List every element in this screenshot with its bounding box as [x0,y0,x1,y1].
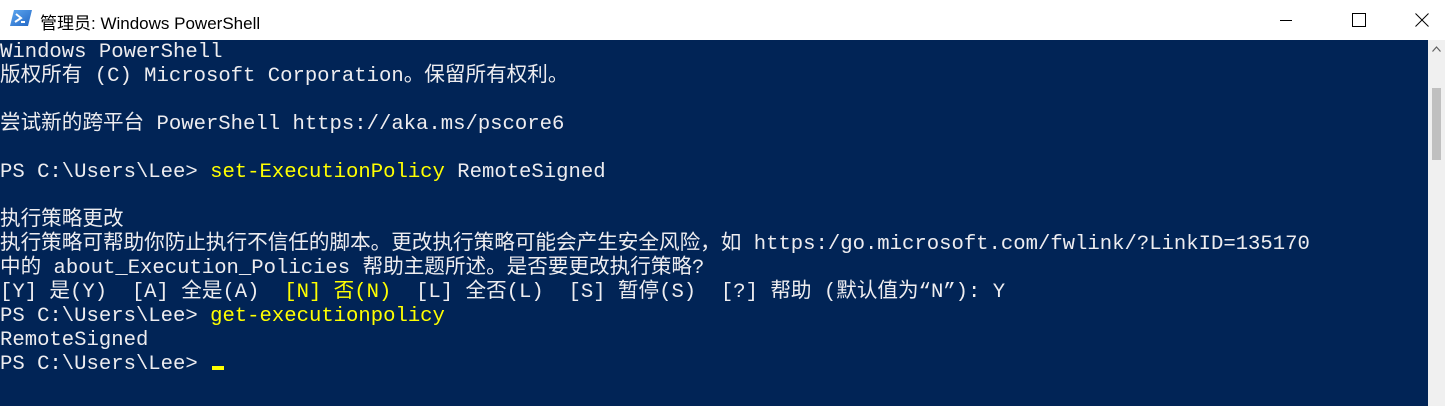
console-lines: Windows PowerShell 版权所有 (C) Microsoft Cor… [0,41,1310,377]
console-line: 执行策略可帮助你防止执行不信任的脚本。更改执行策略可能会产生安全风险，如 htt… [0,233,1310,257]
vertical-scrollbar[interactable] [1428,40,1445,406]
output-text: 中的 about_Execution_Policies 帮助主题所述。是否要更改… [0,257,705,280]
prompt-text: PS C:\Users\Lee> [0,353,211,376]
maximize-button[interactable] [1336,0,1382,40]
console-line: RemoteSigned [0,329,1310,353]
scroll-up-arrow-icon [1432,45,1441,52]
default-option: [N] 否(N) [284,281,392,304]
console-line: 中的 about_Execution_Policies 帮助主题所述。是否要更改… [0,257,1310,281]
console-line: 执行策略更改 [0,209,1310,233]
output-text: 版权所有 (C) Microsoft Corporation。保留所有权利。 [0,65,569,88]
prompt-options: [Y] 是(Y) [A] 全是(A) [0,281,285,304]
console-line: [Y] 是(Y) [A] 全是(A) [N] 否(N) [L] 全否(L) [S… [0,281,1310,305]
console-line: PS C:\Users\Lee> [0,353,1310,377]
powershell-icon [10,9,32,27]
prompt-options-rest: [L] 全否(L) [S] 暂停(S) [?] 帮助 (默认值为“N”): Y [391,281,1006,304]
close-icon [1415,13,1429,27]
prompt-text: PS C:\Users\Lee> [0,161,211,184]
title-bar[interactable]: 管理员: Windows PowerShell [0,0,1445,40]
console-line: PS C:\Users\Lee> get-executionpolicy [0,305,1310,329]
minimize-button[interactable] [1263,0,1309,40]
console-line: Windows PowerShell [0,41,1310,65]
maximize-icon [1352,13,1366,27]
text-cursor [212,366,225,370]
output-text: 尝试新的跨平台 PowerShell https://aka.ms/pscore… [0,113,565,136]
console-line: 尝试新的跨平台 PowerShell https://aka.ms/pscore… [0,113,1310,137]
window-title: 管理员: Windows PowerShell [40,14,261,33]
output-text: 执行策略可帮助你防止执行不信任的脚本。更改执行策略可能会产生安全风险，如 htt… [0,233,1310,256]
console-output[interactable]: Windows PowerShell 版权所有 (C) Microsoft Cor… [0,40,1428,406]
console-line: PS C:\Users\Lee> set-ExecutionPolicy Rem… [0,161,1310,185]
minimize-icon [1280,20,1292,21]
output-text: Windows PowerShell [0,41,223,64]
scroll-up-button[interactable] [1428,40,1445,57]
output-text: RemoteSigned [0,329,149,352]
console-line: 版权所有 (C) Microsoft Corporation。保留所有权利。 [0,65,1310,89]
command-text: set-ExecutionPolicy [210,161,445,184]
close-button[interactable] [1399,0,1445,40]
scrollbar-thumb[interactable] [1432,88,1441,160]
prompt-text: PS C:\Users\Lee> [0,305,211,328]
command-text: get-executionpolicy [210,305,445,328]
output-text: 执行策略更改 [0,209,124,232]
command-argument: RemoteSigned [444,161,606,184]
